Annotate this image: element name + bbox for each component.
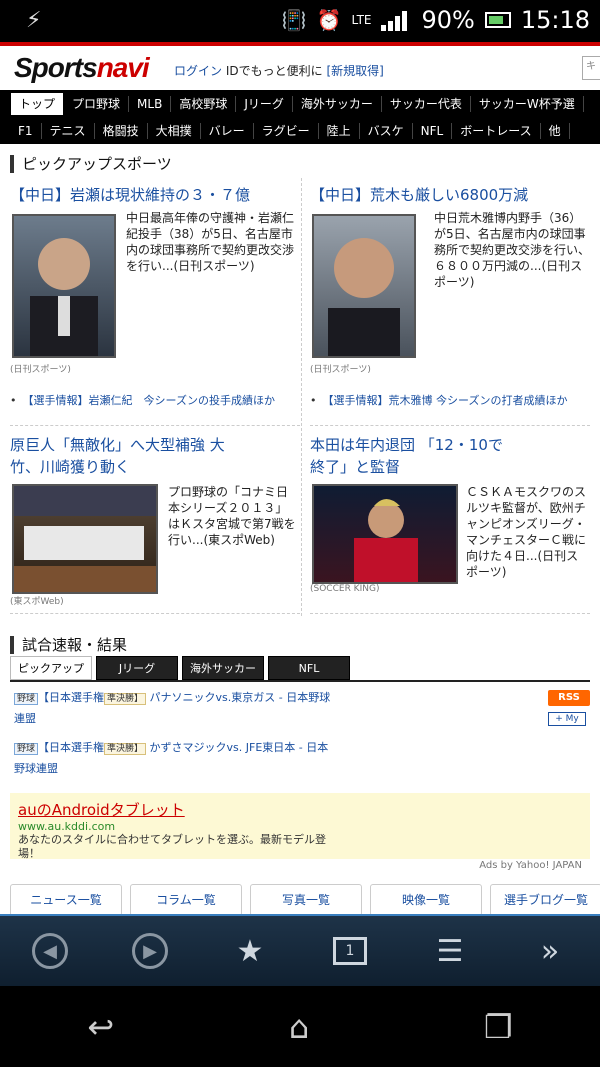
subnav-item[interactable]: 大相撲 xyxy=(148,123,201,139)
home-icon[interactable]: ⌂ xyxy=(289,1008,309,1046)
news-summary: 中日荒木雅博内野手（36）が5日、名古屋市内の球団事務所で契約更改交渉を行い、６… xyxy=(434,211,591,289)
tab-underline xyxy=(10,680,590,682)
related-link[interactable]: • 【選手情報】岩瀬仁紀 今シーズンの投手成績ほか xyxy=(10,392,275,408)
news-item: 原巨人「無敵化」へ大型補強 大竹、川崎獲り動く プロ野球の「コナミ日本シリーズ２… xyxy=(10,430,300,614)
ad-url: www.au.kddi.com xyxy=(18,820,116,833)
news-photo[interactable] xyxy=(12,484,158,594)
nav-item[interactable]: サッカーW杯予選 xyxy=(471,96,584,112)
lte-label: LTE xyxy=(351,13,372,27)
photo-list-button[interactable]: 写真一覧 xyxy=(250,884,362,916)
login-text: IDでもっと便利に xyxy=(225,64,323,78)
back-arrow-icon[interactable]: ↩ xyxy=(87,1008,114,1046)
results-title: 試合速報・結果 xyxy=(10,636,127,654)
ad-title[interactable]: auのAndroidタブレット xyxy=(18,799,582,820)
subnav-item[interactable]: ボートレース xyxy=(452,123,541,139)
results-tabs: ピックアップ Jリーグ 海外サッカー NFL xyxy=(10,656,350,680)
subnav-item[interactable]: バスケ xyxy=(360,123,413,139)
nav-item[interactable]: MLB xyxy=(129,96,172,112)
tab-jleague[interactable]: Jリーグ xyxy=(96,656,178,680)
news-item: 【中日】岩瀬は現状維持の３・７億 中日最高年俸の守護神・岩瀬仁紀投手（38）が5… xyxy=(10,180,300,426)
battery-icon xyxy=(484,12,511,28)
news-item: 【中日】荒木も厳しい6800万減 中日荒木雅博内野手（36）が5日、名古屋市内の… xyxy=(310,180,590,426)
nav-item[interactable]: Jリーグ xyxy=(236,96,293,112)
login-area: ログイン IDでもっと便利に [新規取得] xyxy=(174,62,384,79)
nav-item[interactable]: 高校野球 xyxy=(171,96,237,112)
main-nav: トップ プロ野球 MLB 高校野球 Jリーグ 海外サッカー サッカー代表 サッカーW杯予選 xyxy=(0,90,600,118)
vibrate-icon: 📳 xyxy=(281,8,307,32)
rss-button[interactable]: RSS xyxy=(548,690,590,706)
alarm-icon: ⏰ xyxy=(316,8,342,32)
subnav-item[interactable]: 格闘技 xyxy=(95,123,148,139)
game-status: 準決勝】 xyxy=(104,693,147,705)
news-item: 本田は年内退団 「12・10で終了」と監督 ＣＳＫＡモスクワのスルツキ監督が、欧… xyxy=(310,430,590,614)
photo-caption: (日刊スポーツ) xyxy=(310,365,371,375)
forward-icon[interactable]: ▶ xyxy=(124,925,176,977)
site-logo[interactable]: Sportsnavi xyxy=(14,52,150,84)
news-photo[interactable] xyxy=(12,214,116,358)
news-list-button[interactable]: ニュース一覧 xyxy=(10,884,122,916)
ad-description: あなたのスタイルに合わせてタブレットを選ぶ。最新モデル登場！ xyxy=(18,833,326,860)
nav-item[interactable]: トップ xyxy=(10,92,65,116)
game-status: 準決勝】 xyxy=(104,743,147,755)
nav-item[interactable]: 海外サッカー xyxy=(293,96,382,112)
game-result[interactable]: 野球 【日本選手権 準決勝】 パナソニックvs.東京ガス - 日本野球連盟 xyxy=(14,688,334,729)
nav-item[interactable]: サッカー代表 xyxy=(382,96,471,112)
login-link[interactable]: ログイン xyxy=(174,64,222,78)
photo-caption: (日刊スポーツ) xyxy=(10,365,71,375)
subnav-item[interactable]: テニス xyxy=(42,123,95,139)
android-navbar: ↩ ⌂ ❐ xyxy=(0,986,600,1067)
tab-nfl[interactable]: NFL xyxy=(268,656,350,680)
status-bar: ⚡ 📳 ⏰ LTE 90% 15:18 xyxy=(0,0,600,42)
ad-banner[interactable]: auのAndroidタブレット www.au.kddi.com あなたのスタイル… xyxy=(10,793,590,860)
subnav-item[interactable]: バレー xyxy=(201,123,254,139)
tab-pickup[interactable]: ピックアップ xyxy=(10,656,92,680)
search-input[interactable]: キ xyxy=(582,56,600,80)
browser-toolbar: ◀ ▶ ★ 1 ☰ » xyxy=(0,914,600,986)
photo-caption: (東スポWeb) xyxy=(10,597,64,607)
sub-nav: F1 テニス 格闘技 大相撲 バレー ラグビー 陸上 バスケ NFL ボートレース他 xyxy=(0,118,600,144)
battery-percent: 90% xyxy=(421,6,475,34)
tabs-icon[interactable]: 1 xyxy=(324,925,376,977)
subnav-item[interactable]: 他 xyxy=(541,123,570,139)
subnav-item[interactable]: F1 xyxy=(10,123,42,139)
news-headline[interactable]: 本田は年内退団 「12・10で終了」と監督 xyxy=(310,434,510,478)
nav-item[interactable]: プロ野球 xyxy=(64,96,130,112)
more-chevron-icon[interactable]: » xyxy=(524,925,576,977)
news-photo[interactable] xyxy=(312,484,458,584)
subnav-item[interactable]: 陸上 xyxy=(319,123,360,139)
subnav-item[interactable]: NFL xyxy=(413,123,453,139)
news-headline[interactable]: 原巨人「無敵化」へ大型補強 大竹、川崎獲り動く xyxy=(10,434,230,478)
list-links: ニュース一覧 コラム一覧 写真一覧 映像一覧 選手ブログ一覧 xyxy=(10,884,600,916)
news-summary: 中日最高年俸の守護神・岩瀬仁紀投手（38）が5日、名古屋市内の球団事務所で契約更… xyxy=(126,211,295,273)
menu-list-icon[interactable]: ☰ xyxy=(424,925,476,977)
signal-icon xyxy=(381,9,411,31)
subnav-item[interactable]: ラグビー xyxy=(254,123,319,139)
related-link[interactable]: • 【選手情報】荒木雅博 今シーズンの打者成績ほか xyxy=(310,392,567,408)
ads-by-label: Ads by Yahoo! JAPAN xyxy=(479,860,582,871)
player-blog-list-button[interactable]: 選手ブログ一覧 xyxy=(490,884,600,916)
tab-overseas-soccer[interactable]: 海外サッカー xyxy=(182,656,264,680)
bookmark-star-icon[interactable]: ★ xyxy=(224,925,276,977)
video-list-button[interactable]: 映像一覧 xyxy=(370,884,482,916)
column-list-button[interactable]: コラム一覧 xyxy=(130,884,242,916)
news-summary: プロ野球の「コナミ日本シリーズ２０１３」はＫスタ宮城で第7戦を行い...(東スポ… xyxy=(168,485,296,547)
news-headline[interactable]: 【中日】岩瀬は現状維持の３・７億 xyxy=(10,184,250,206)
clock: 15:18 xyxy=(520,6,590,34)
site-header: Sportsnavi ログイン IDでもっと便利に [新規取得] キ xyxy=(0,42,600,90)
add-my-yahoo-button[interactable]: + My xyxy=(548,712,586,726)
recent-apps-icon[interactable]: ❐ xyxy=(484,1008,513,1046)
news-headline[interactable]: 【中日】荒木も厳しい6800万減 xyxy=(310,184,528,206)
back-icon[interactable]: ◀ xyxy=(24,925,76,977)
game-result[interactable]: 野球 【日本選手権 準決勝】 かずさマジックvs. JFE東日本 - 日本野球連盟 xyxy=(14,738,334,779)
news-photo[interactable] xyxy=(312,214,416,358)
pickup-title: ピックアップスポーツ xyxy=(10,155,172,173)
sport-tag: 野球 xyxy=(14,743,39,755)
news-summary: ＣＳＫＡモスクワのスルツキ監督が、欧州チャンピオンズリーグ・マンチェスターＣ戦に… xyxy=(466,485,587,579)
divider xyxy=(301,178,302,616)
photo-caption: (SOCCER KING) xyxy=(310,584,380,594)
sport-tag: 野球 xyxy=(14,693,39,705)
register-link[interactable]: [新規取得] xyxy=(326,64,383,78)
lightning-icon: ⚡ xyxy=(26,8,42,33)
